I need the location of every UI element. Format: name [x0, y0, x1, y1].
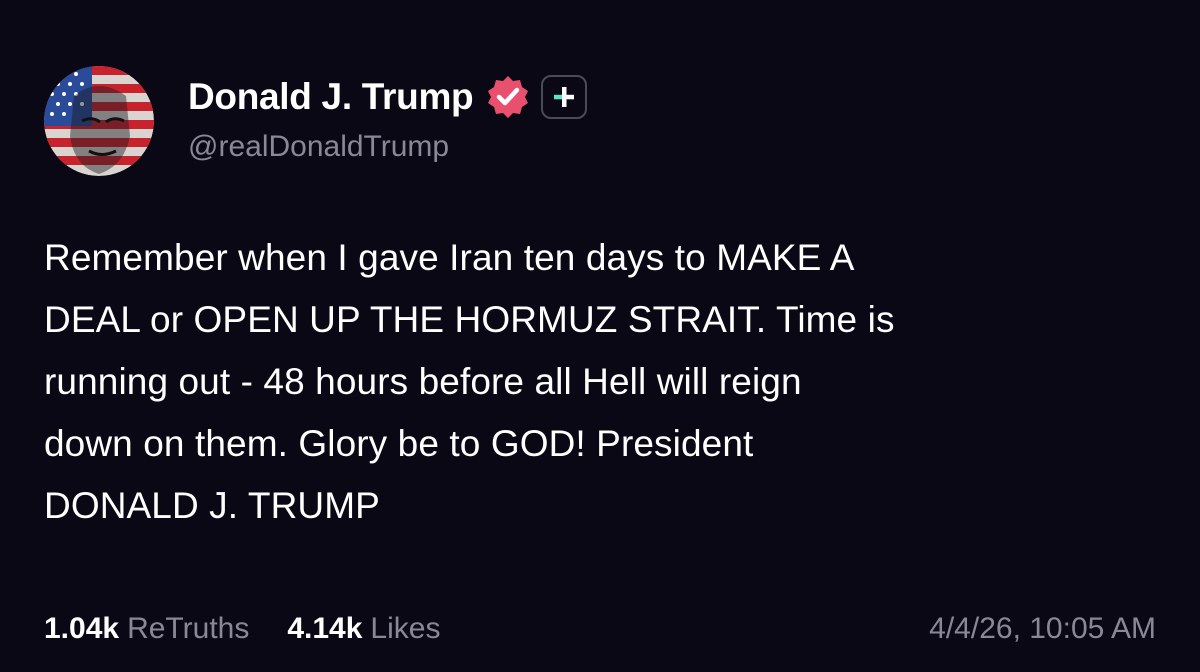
plus-badge-icon[interactable] [541, 75, 588, 119]
retruths-count: 1.04k [44, 612, 120, 645]
post-body-line: DEAL or OPEN UP THE HORMUZ STRAIT. Time … [44, 299, 895, 340]
post-body-line: running out - 48 hours before all Hell w… [44, 361, 802, 402]
retruths-label: ReTruths [127, 612, 250, 645]
likes-stat[interactable]: 4.14k Likes [287, 612, 440, 646]
post-stats: 1.04k ReTruths 4.14k Likes [44, 612, 478, 646]
user-handle[interactable]: @realDonaldTrump [188, 130, 449, 164]
likes-count: 4.14k [287, 612, 363, 645]
retruths-stat[interactable]: 1.04k ReTruths [44, 612, 249, 646]
author-name-row: Donald J. Trump [188, 72, 588, 122]
avatar-flag-portrait [44, 66, 154, 176]
post-body: Remember when I gave Iran ten days to MA… [44, 227, 1164, 537]
post-body-line: Remember when I gave Iran ten days to MA… [44, 237, 855, 278]
likes-label: Likes [370, 612, 441, 645]
post-body-line: DONALD J. TRUMP [44, 485, 380, 526]
post-body-line: down on them. Glory be to GOD! President [44, 423, 754, 464]
avatar[interactable] [44, 66, 154, 176]
post-card: Donald J. Trump @realDonaldTrump Remembe… [0, 0, 1200, 672]
display-name[interactable]: Donald J. Trump [188, 76, 474, 118]
verified-badge-icon [485, 74, 531, 120]
post-timestamp[interactable]: 4/4/26, 10:05 AM [929, 612, 1156, 646]
